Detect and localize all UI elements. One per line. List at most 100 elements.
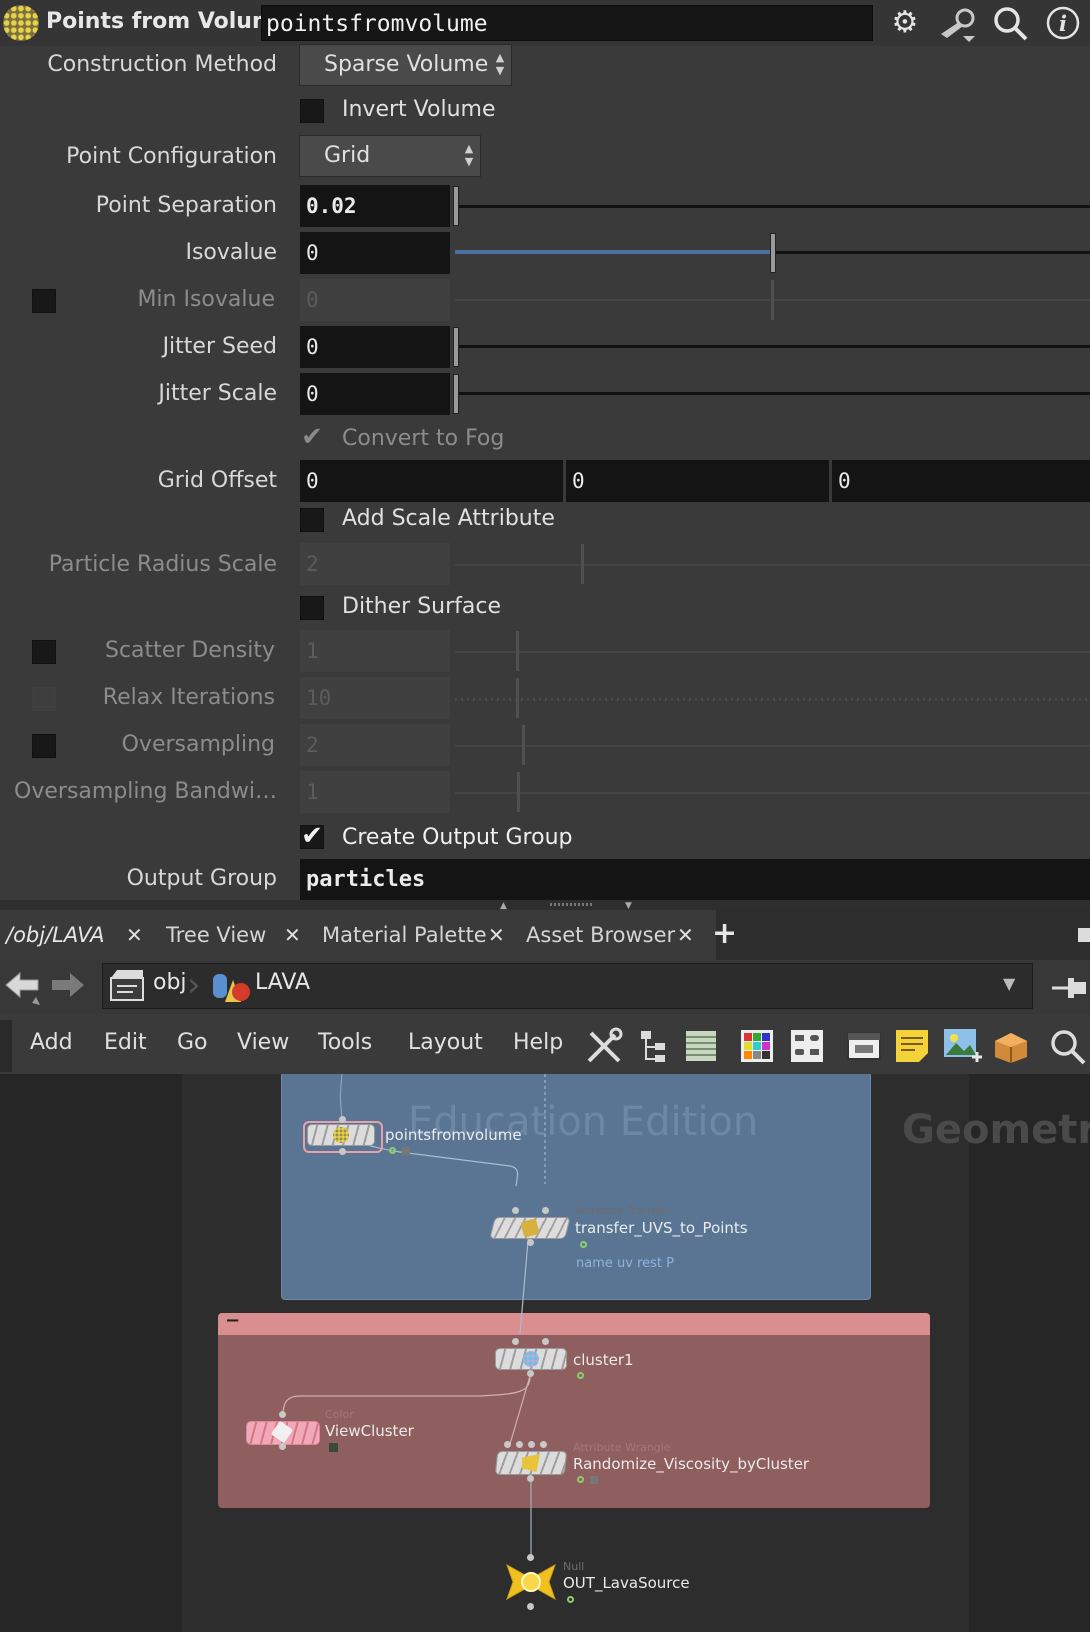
tools-icon[interactable]	[585, 1027, 623, 1065]
shape-palette-icon[interactable]	[788, 1027, 826, 1065]
node-name-label[interactable]: cluster1	[573, 1351, 634, 1369]
node-name-label[interactable]: OUT_LavaSource	[563, 1574, 690, 1592]
input-connector[interactable]	[527, 1554, 534, 1561]
pin-icon[interactable]	[1050, 970, 1090, 1010]
close-icon[interactable]: ✕	[488, 910, 505, 960]
color-palette-icon[interactable]	[738, 1027, 776, 1065]
menu-view[interactable]: View	[237, 1030, 289, 1055]
scatter-density-field[interactable]: 1	[300, 630, 450, 672]
node-name-label[interactable]: transfer_UVS_to_Points	[575, 1219, 748, 1237]
close-icon[interactable]: ✕	[126, 910, 143, 960]
gear-icon[interactable]: ⚙	[885, 4, 925, 42]
oversampling-bandwidth-slider-handle[interactable]	[517, 772, 520, 812]
menu-add[interactable]: Add	[30, 1030, 73, 1055]
point-configuration-menu[interactable]: Grid ▲ ▼	[299, 135, 481, 177]
relax-iterations-slider[interactable]	[455, 698, 1090, 701]
output-group-field[interactable]: particles	[300, 859, 1090, 901]
node-name-label[interactable]: Randomize_Viscosity_byCluster	[573, 1455, 809, 1473]
relax-iterations-toggle[interactable]	[32, 687, 56, 711]
search-icon[interactable]	[1048, 1027, 1086, 1065]
jitter-scale-slider-handle[interactable]	[453, 374, 459, 414]
menu-edit[interactable]: Edit	[104, 1030, 147, 1055]
toolbar-collapse-handle[interactable]	[0, 1020, 12, 1072]
grid-offset-x-field[interactable]: 0	[300, 460, 563, 502]
network-path-box[interactable]: obj › LAVA ▼	[102, 963, 1033, 1009]
construction-method-menu[interactable]: Sparse Volume ▲ ▼	[299, 44, 512, 86]
splitter-grip[interactable]	[550, 903, 592, 906]
min-isovalue-field[interactable]: 0	[300, 279, 450, 321]
oversampling-slider-handle[interactable]	[522, 725, 525, 765]
scatter-density-slider[interactable]	[455, 651, 1090, 653]
tree-layout-icon[interactable]	[635, 1027, 673, 1065]
close-icon[interactable]: ✕	[677, 910, 694, 960]
node-name-label[interactable]: pointsfromvolume	[385, 1126, 522, 1144]
jitter-scale-field[interactable]: 0	[300, 373, 450, 415]
path-segment-obj[interactable]: obj	[153, 970, 187, 995]
input-connector[interactable]	[339, 1116, 346, 1123]
input-connector[interactable]	[516, 1441, 523, 1448]
node-name-label[interactable]: ViewCluster	[325, 1422, 414, 1440]
display-flag-icon[interactable]	[577, 1476, 584, 1483]
menu-help[interactable]: Help	[513, 1030, 563, 1055]
jitter-seed-slider[interactable]	[455, 345, 1090, 348]
convert-to-fog-checkbox[interactable]: ✔	[300, 424, 324, 451]
sticky-note-icon[interactable]	[893, 1027, 931, 1065]
display-flag-icon[interactable]	[389, 1147, 396, 1154]
maximize-pane-icon[interactable]	[1078, 928, 1090, 942]
grid-offset-z-field[interactable]: 0	[832, 460, 1090, 502]
search-icon[interactable]	[990, 4, 1030, 42]
create-output-group-checkbox[interactable]: ✔	[300, 823, 324, 849]
input-connector[interactable]	[528, 1441, 535, 1448]
oversampling-bandwidth-slider[interactable]	[455, 792, 1090, 794]
back-arrow-icon[interactable]	[2, 969, 42, 1013]
output-connector[interactable]	[339, 1148, 346, 1155]
output-connector[interactable]	[527, 1239, 534, 1246]
display-flag-icon[interactable]	[577, 1372, 584, 1379]
bypass-flag-icon[interactable]	[329, 1443, 338, 1452]
scatter-density-slider-handle[interactable]	[516, 631, 519, 671]
oversampling-bandwidth-field[interactable]: 1	[300, 771, 450, 813]
jitter-seed-slider-handle[interactable]	[453, 327, 459, 367]
point-separation-slider[interactable]	[455, 205, 1090, 208]
input-connector[interactable]	[279, 1411, 286, 1418]
point-separation-field[interactable]: 0.02	[300, 185, 450, 227]
add-tab-icon[interactable]: +	[712, 916, 737, 951]
oversampling-slider[interactable]	[455, 745, 1090, 747]
node-out-lavasource[interactable]	[503, 1561, 559, 1603]
pane-splitter[interactable]: ▲ ▼	[0, 900, 1090, 911]
input-connector[interactable]	[504, 1441, 511, 1448]
relax-iterations-slider-handle[interactable]	[516, 678, 519, 718]
lock-flag-icon[interactable]	[402, 1147, 410, 1155]
close-icon[interactable]: ✕	[284, 910, 301, 960]
particle-radius-scale-slider-handle[interactable]	[581, 544, 584, 584]
oversampling-field[interactable]: 2	[300, 724, 450, 766]
isovalue-slider-handle[interactable]	[770, 233, 776, 273]
input-connector[interactable]	[542, 1207, 549, 1214]
points-from-volume-node-icon[interactable]	[3, 5, 39, 41]
relax-iterations-field[interactable]: 10	[300, 677, 450, 719]
display-flag-icon[interactable]	[580, 1241, 587, 1248]
network-box-icon[interactable]	[845, 1027, 883, 1065]
min-isovalue-toggle[interactable]	[32, 289, 56, 313]
chevron-down-icon[interactable]: ▼	[1003, 974, 1015, 993]
menu-layout[interactable]: Layout	[408, 1030, 483, 1055]
forward-arrow-icon[interactable]	[48, 969, 88, 1013]
output-connector[interactable]	[527, 1370, 534, 1377]
particle-radius-scale-field[interactable]: 2	[300, 543, 450, 585]
output-connector[interactable]	[279, 1443, 286, 1450]
scatter-density-toggle[interactable]	[32, 640, 56, 664]
dither-surface-checkbox[interactable]	[300, 596, 324, 620]
min-isovalue-slider-handle[interactable]	[771, 280, 774, 320]
wrench-icon[interactable]	[937, 4, 977, 42]
output-connector[interactable]	[527, 1475, 534, 1482]
output-connector[interactable]	[527, 1603, 534, 1610]
grid-offset-y-field[interactable]: 0	[566, 460, 829, 502]
menu-tools[interactable]: Tools	[318, 1030, 372, 1055]
point-separation-slider-handle[interactable]	[453, 186, 459, 226]
list-view-icon[interactable]	[682, 1027, 720, 1065]
particle-radius-scale-slider[interactable]	[455, 564, 1090, 566]
input-connector[interactable]	[512, 1338, 519, 1345]
isovalue-field[interactable]: 0	[300, 232, 450, 274]
input-connector[interactable]	[542, 1338, 549, 1345]
jitter-seed-field[interactable]: 0	[300, 326, 450, 368]
